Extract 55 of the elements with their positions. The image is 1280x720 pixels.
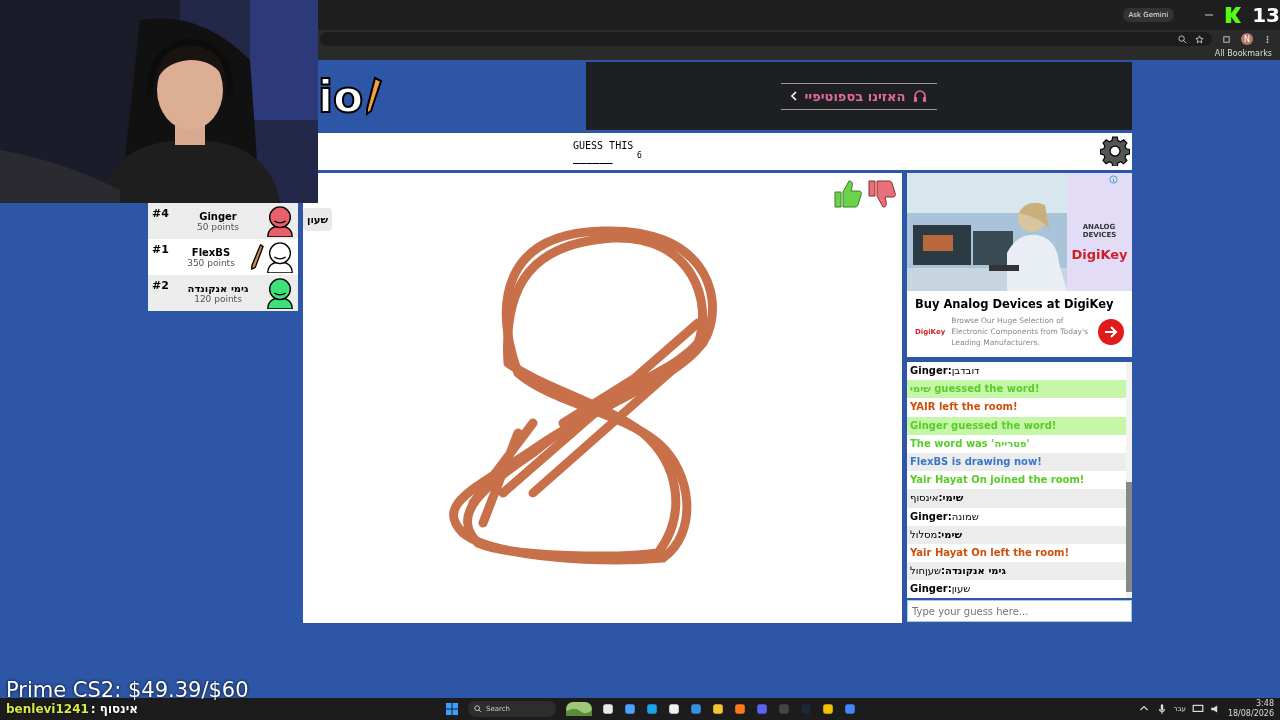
player-name: גימי אנקונדה — [187, 282, 249, 294]
chat-message: שימי:מסלול — [907, 525, 1126, 544]
player-rank: #2 — [152, 279, 170, 292]
avatar-icon — [264, 277, 296, 309]
ad-brand: DigiKey — [1071, 246, 1128, 262]
logo-text: io — [318, 70, 364, 122]
chat-message: The word was 'פטרייה' — [909, 436, 1031, 451]
drawing-canvas[interactable] — [303, 173, 902, 623]
player-points: 50 points — [197, 221, 239, 232]
headphones-icon — [913, 89, 928, 103]
chevron-icon — [790, 91, 797, 101]
ad-title: Buy Analog Devices at DigiKey — [914, 296, 1115, 313]
goal-text: Prime CS2: $49.39/$60 — [6, 678, 249, 702]
chat-message: YAIR left the room! — [909, 400, 1019, 415]
weather-widget-icon[interactable] — [566, 702, 592, 716]
word-length: 6 — [637, 150, 642, 160]
word-hint: ______ — [573, 150, 613, 164]
profile-avatar[interactable]: N — [1241, 33, 1253, 45]
star-icon[interactable] — [1195, 34, 1204, 44]
player-rank: #1 — [152, 243, 170, 256]
chat-message: גימי אנקונדה:שעןחול — [907, 562, 1126, 581]
thumbs-down-icon[interactable] — [866, 179, 896, 209]
chat-username: benlevi1241 — [6, 702, 89, 716]
guess-input-field[interactable]: Type your guess here... — [907, 600, 1132, 622]
guess-label: GUESS THIS — [573, 139, 634, 151]
taskbar-clock[interactable]: 3:48 18/08/2026 — [1227, 699, 1274, 719]
avatar-icon — [264, 205, 296, 237]
ad-text: האזינו בספוטיפיי — [804, 88, 906, 104]
player-name: FlexBS — [191, 246, 231, 258]
extensions-icon[interactable] — [1222, 34, 1231, 44]
chat-message: Yair Hayat On left the room! — [909, 545, 1070, 560]
windows-icon[interactable] — [446, 703, 458, 715]
chat-message: Yair Hayat On joined the room! — [909, 473, 1086, 488]
player-points: 120 points — [194, 293, 242, 304]
settings-icon[interactable] — [1100, 136, 1130, 166]
player-name: Ginger — [199, 210, 237, 222]
chat-message: Ginger guessed the word! — [907, 416, 1126, 435]
zoom-icon[interactable] — [1178, 34, 1187, 44]
scrollbar[interactable] — [1126, 362, 1132, 598]
chat-message: : אינסוף — [90, 702, 138, 716]
ad-banner[interactable]: האזינו בספוטיפיי — [586, 62, 1132, 130]
thumbs-up-icon[interactable] — [832, 179, 862, 209]
viewer-count: 13 — [1252, 4, 1280, 26]
chat-message: שימי guessed the word! — [907, 380, 1126, 399]
speech-bubble: שעון — [303, 208, 333, 231]
bookmarks-folder[interactable]: All Bookmarks — [1214, 48, 1272, 60]
k-logo-icon — [1224, 6, 1243, 24]
chat-message: FlexBS is drawing now! — [907, 452, 1126, 472]
player-rank: #4 — [152, 207, 170, 220]
monitor-icon[interactable] — [1191, 703, 1204, 715]
app-icon[interactable] — [822, 703, 834, 715]
search-icon — [474, 705, 482, 713]
pencil-icon — [363, 76, 384, 116]
player-points: 350 points — [187, 257, 235, 268]
chat-message: שימי:אינסוף — [907, 489, 1126, 508]
